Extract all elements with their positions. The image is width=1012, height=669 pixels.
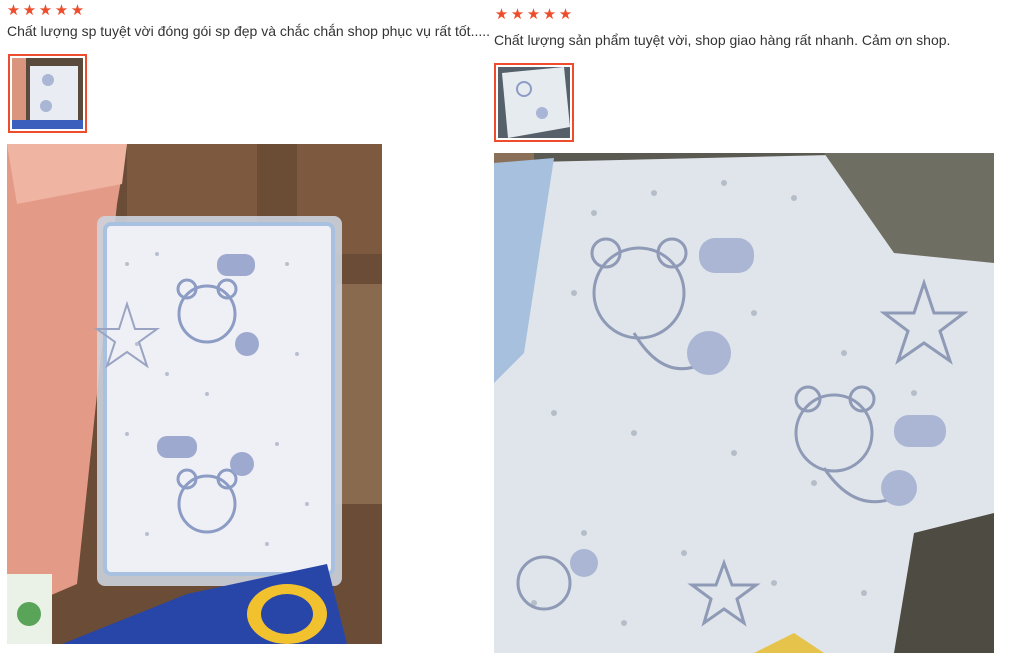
rating-stars: ★ ★ ★ ★ ★ (494, 7, 573, 22)
photo-thumbnail[interactable] (8, 54, 87, 133)
star-icon: ★ (70, 1, 85, 19)
star-icon: ★ (54, 1, 69, 19)
star-icon: ★ (558, 5, 573, 23)
star-icon: ★ (510, 5, 525, 23)
review-comment: Chất lượng sản phẩm tuyệt vời, shop giao… (494, 32, 951, 48)
photo-thumbnail[interactable] (494, 63, 574, 142)
review-photo[interactable] (494, 153, 994, 653)
star-icon: ★ (38, 1, 53, 19)
star-icon: ★ (22, 1, 37, 19)
star-icon: ★ (526, 5, 541, 23)
review-comment: Chất lượng sp tuyệt vời đóng gói sp đẹp … (7, 23, 491, 39)
review-photo[interactable] (7, 144, 382, 644)
rating-stars: ★ ★ ★ ★ ★ (6, 3, 85, 18)
star-icon: ★ (542, 5, 557, 23)
star-icon: ★ (6, 1, 21, 19)
star-icon: ★ (494, 5, 509, 23)
